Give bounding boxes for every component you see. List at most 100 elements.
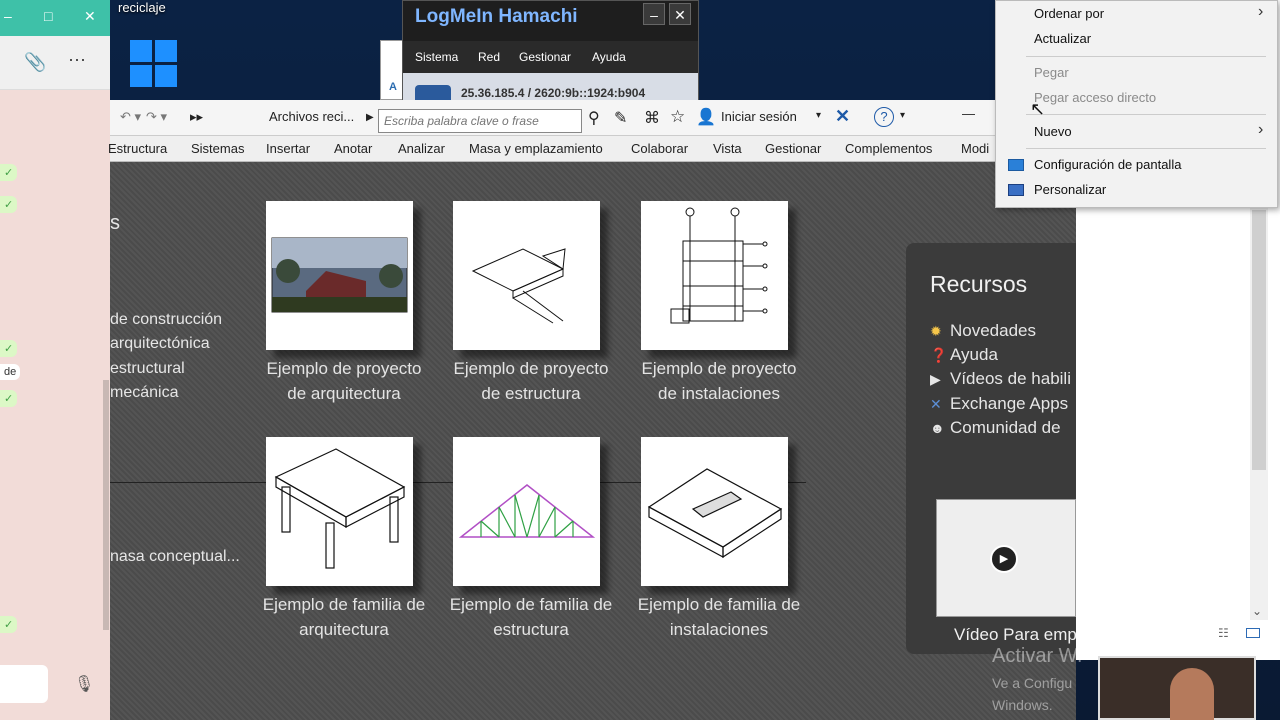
project-caption[interactable]: Ejemplo de proyecto de estructura — [431, 356, 631, 406]
family-caption[interactable]: Ejemplo de familia de estructura — [431, 592, 631, 642]
menu-item-sistema[interactable]: Sistema — [415, 50, 458, 64]
tab-vista[interactable]: Vista — [713, 141, 742, 156]
thumbnail-view-icon[interactable] — [1246, 628, 1260, 638]
menu-item-ordenar[interactable]: Ordenar por — [1034, 6, 1104, 21]
minimize-icon[interactable]: — — [962, 106, 975, 121]
family-thumbnail-structure[interactable] — [453, 437, 600, 586]
more-icon[interactable]: ⋯ — [68, 50, 86, 71]
undo-icon[interactable]: ↶ ▾ — [120, 109, 141, 125]
family-thumbnail-mep[interactable] — [641, 437, 788, 586]
menu-item-gestionar[interactable]: Gestionar — [519, 50, 571, 64]
close-button[interactable]: ✕ — [84, 8, 96, 25]
conceptual-mass-link[interactable]: nasa conceptual... — [110, 548, 240, 566]
menu-item-pantalla[interactable]: Configuración de pantalla — [1034, 157, 1181, 172]
menu-item-pegar-acceso: Pegar acceso directo — [1034, 90, 1157, 105]
expand-icon[interactable]: ▸▸ — [190, 109, 203, 125]
ip-address: 25.36.185.4 / 2620:9b::1924:b904 — [461, 86, 646, 100]
microphone-icon[interactable]: 🎙 — [74, 674, 94, 694]
chat-window: – □ ✕ 📎 ⋯ ✓ ✓ ✓ de ✓ ✓ 🎙 — [0, 0, 110, 720]
tab-masa[interactable]: Masa y emplazamiento — [469, 141, 603, 156]
resource-link[interactable]: ☻ Comunidad de — [930, 418, 1061, 438]
tab-colaborar[interactable]: Colaborar — [631, 141, 688, 156]
tab-modificar[interactable]: Modi — [961, 141, 989, 156]
chat-titlebar: – □ ✕ — [0, 0, 110, 36]
details-view-icon[interactable]: ☷ — [1218, 626, 1229, 640]
project-thumbnail-mep[interactable] — [641, 201, 788, 350]
caption-line: estructura — [493, 620, 569, 639]
minimize-button[interactable]: – — [643, 3, 665, 25]
binoculars-icon[interactable]: ⚲ — [588, 108, 600, 128]
menu-item-personalizar[interactable]: Personalizar — [1034, 182, 1106, 197]
desktop-icon-label[interactable]: reciclaje — [118, 0, 166, 15]
menu-item-red[interactable]: Red — [478, 50, 500, 64]
windows-logo-icon[interactable] — [128, 38, 180, 90]
template-link[interactable]: arquitectónica — [110, 335, 210, 353]
resource-link[interactable]: ✹ Novedades — [930, 321, 1036, 341]
project-thumbnail-structure[interactable] — [453, 201, 600, 350]
caption-line: Ejemplo de familia de — [262, 595, 426, 614]
tab-complementos[interactable]: Complementos — [845, 141, 932, 156]
tab-insertar[interactable]: Insertar — [266, 141, 310, 156]
help-dropdown-icon[interactable]: ▾ — [900, 110, 905, 121]
caption-line: Ejemplo de familia de — [449, 595, 613, 614]
star-icon[interactable]: ☆ — [670, 107, 685, 127]
project-thumbnail-architecture[interactable] — [266, 201, 413, 350]
user-icon[interactable]: 👤 — [696, 107, 716, 127]
tab-sistemas[interactable]: Sistemas — [191, 141, 244, 156]
quick-access-toolbar: ↶ ▾ ↷ ▾ ▸▸ Archivos reci... ▶ ⚲ ✎ ⌘ ☆ 👤 … — [110, 100, 1076, 136]
sun-icon: ✹ — [930, 323, 942, 339]
hamachi-menu-bar: Sistema Red Gestionar Ayuda — [403, 41, 698, 73]
satellite-icon[interactable]: ⌘ — [644, 108, 660, 128]
search-input[interactable] — [378, 109, 582, 133]
template-link[interactable]: estructural — [110, 360, 185, 378]
scrollbar-thumb[interactable] — [1252, 210, 1266, 470]
resource-label: Novedades — [950, 321, 1037, 340]
family-caption[interactable]: Ejemplo de familia de instalaciones — [619, 592, 819, 642]
menu-item-ayuda[interactable]: Ayuda — [592, 50, 626, 64]
resource-label: Exchange Apps — [950, 394, 1069, 413]
background-window[interactable]: A — [380, 40, 404, 100]
close-button[interactable]: ✕ — [669, 3, 691, 25]
chat-bubble: ✓ — [0, 616, 18, 633]
project-caption[interactable]: Ejemplo de proyecto de arquitectura — [244, 356, 444, 406]
signin-button[interactable]: Iniciar sesión — [721, 109, 797, 124]
resources-panel: Recursos ✹ Novedades ❓ Ayuda ▶ Vídeos de ha… — [906, 243, 1077, 654]
family-caption[interactable]: Ejemplo de familia de arquitectura — [244, 592, 444, 642]
template-link[interactable]: mecánica — [110, 384, 178, 402]
menu-item-nuevo[interactable]: Nuevo — [1034, 124, 1072, 139]
video-caption[interactable]: Vídeo Para emp — [954, 625, 1077, 645]
resource-link[interactable]: ▶ Vídeos de habili — [930, 369, 1071, 389]
template-link[interactable]: de construcción — [110, 311, 222, 329]
tab-estructura[interactable]: Estructura — [108, 141, 167, 156]
chat-bubble: ✓ — [0, 164, 18, 181]
maximize-button[interactable]: □ — [44, 8, 52, 24]
caption-line: Ejemplo de familia de — [637, 595, 801, 614]
exchange-icon[interactable]: ✕ — [835, 106, 850, 127]
menu-item-actualizar[interactable]: Actualizar — [1034, 31, 1091, 46]
scroll-down-icon[interactable]: ⌄ — [1252, 604, 1262, 618]
redo-icon[interactable]: ↷ ▾ — [146, 109, 167, 125]
project-caption[interactable]: Ejemplo de proyecto de instalaciones — [619, 356, 819, 406]
paperclip-icon[interactable]: 📎 — [24, 52, 46, 73]
tab-analizar[interactable]: Analizar — [398, 141, 445, 156]
minimize-button[interactable]: – — [4, 8, 12, 24]
help-button[interactable]: ? — [874, 107, 894, 127]
menu-separator — [1026, 114, 1266, 115]
tab-gestionar[interactable]: Gestionar — [765, 141, 821, 156]
chat-scrollbar[interactable] — [103, 380, 109, 630]
exchange-icon: ✕ — [930, 396, 942, 412]
tab-anotar[interactable]: Anotar — [334, 141, 372, 156]
hamachi-title: LogMeIn Hamachi — [415, 6, 578, 27]
play-icon[interactable]: ▶ — [990, 545, 1018, 573]
document-title: Archivos reci... — [269, 109, 355, 124]
search-expand-icon[interactable]: ▶ — [366, 112, 374, 123]
key-icon[interactable]: ✎ — [614, 108, 627, 128]
resource-link[interactable]: ❓ Ayuda — [930, 345, 998, 365]
menu-item-pegar: Pegar — [1034, 65, 1069, 80]
chevron-down-icon[interactable]: ▾ — [816, 110, 821, 121]
activation-watermark: Ve a Configu — [992, 675, 1073, 691]
resource-link[interactable]: ✕ Exchange Apps — [930, 394, 1068, 414]
power-icon[interactable] — [415, 85, 451, 101]
chat-message-input[interactable] — [0, 665, 48, 703]
family-thumbnail-architecture[interactable] — [266, 437, 413, 586]
